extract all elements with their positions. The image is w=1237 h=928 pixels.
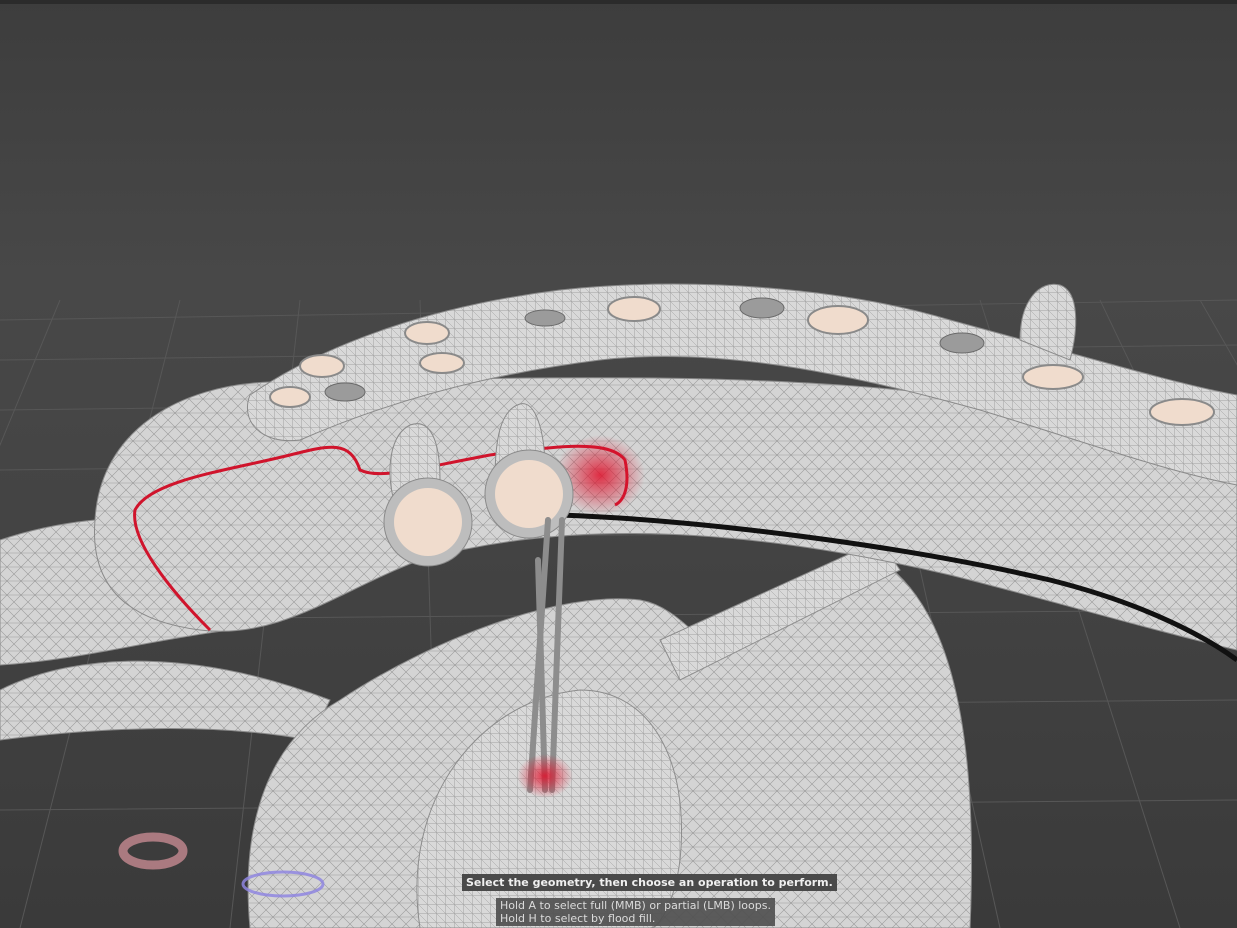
scene-canvas[interactable] [0, 0, 1237, 928]
status-hint-primary: Select the geometry, then choose an oper… [462, 874, 837, 891]
screw-head [807, 305, 869, 335]
3d-viewport[interactable]: Select the geometry, then choose an oper… [0, 0, 1237, 928]
screw-head [1149, 398, 1215, 426]
screw-head [299, 354, 345, 378]
bone-lower-left-branch[interactable] [0, 660, 331, 741]
pin-entry-highlight [517, 754, 573, 798]
status-hint-line: Hold H to select by flood fill. [500, 912, 656, 925]
status-hint-line: Hold A to select full (MMB) or partial (… [500, 899, 771, 912]
screw-head [1022, 364, 1084, 390]
rotate-handle-icon[interactable] [118, 832, 188, 870]
screw-head [607, 296, 661, 322]
status-hint-secondary: Hold A to select full (MMB) or partial (… [496, 898, 775, 926]
screw-head [404, 321, 450, 345]
screw-head [419, 352, 465, 374]
screw-head [269, 386, 311, 408]
